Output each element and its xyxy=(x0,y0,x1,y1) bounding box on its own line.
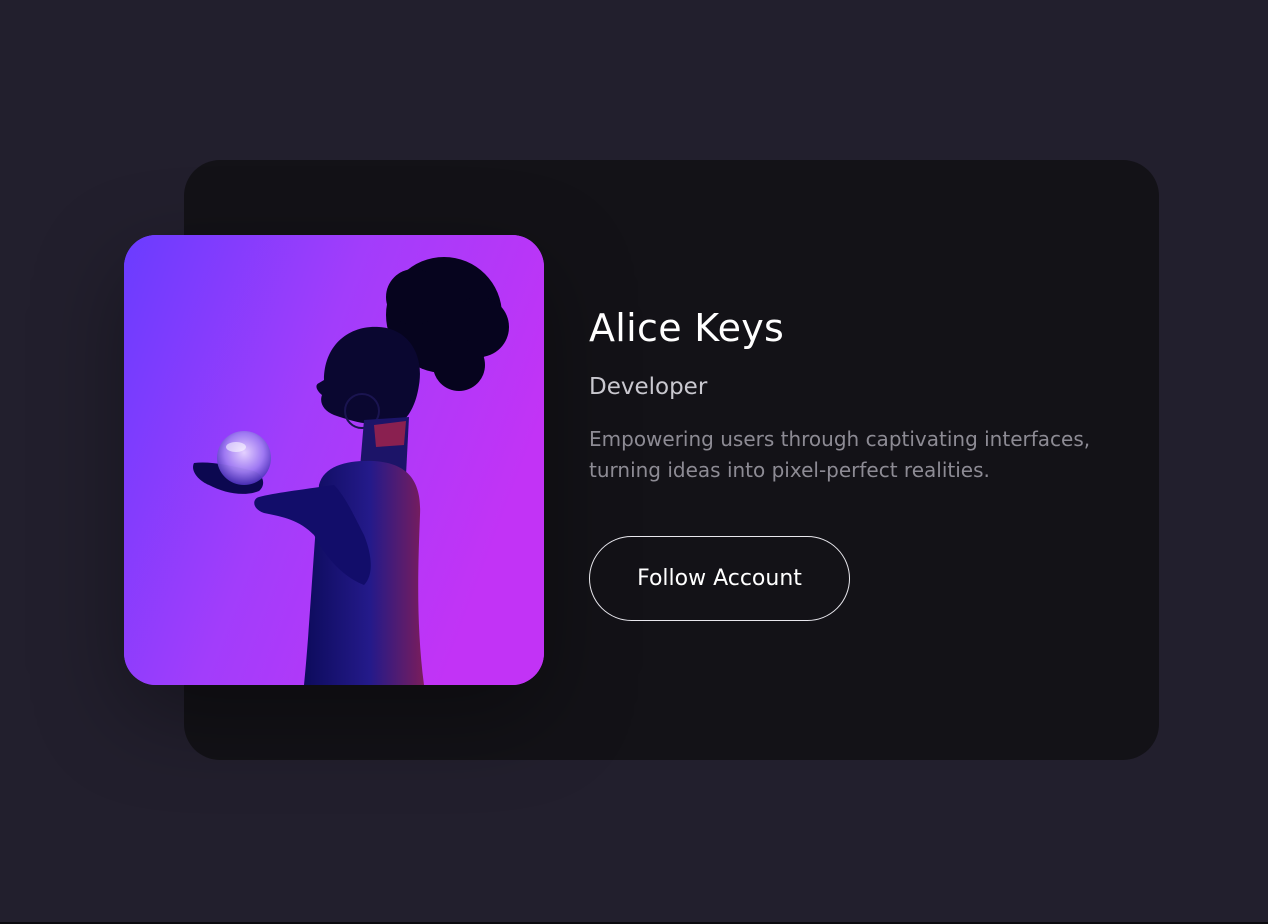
follow-account-button[interactable]: Follow Account xyxy=(589,536,850,621)
profile-info: Alice Keys Developer Empowering users th… xyxy=(589,300,1149,486)
profile-photo xyxy=(124,235,544,685)
profile-role: Developer xyxy=(589,374,708,400)
profile-bio: Empowering users through captivating int… xyxy=(589,427,1091,482)
profile-name: Alice Keys xyxy=(589,306,785,350)
